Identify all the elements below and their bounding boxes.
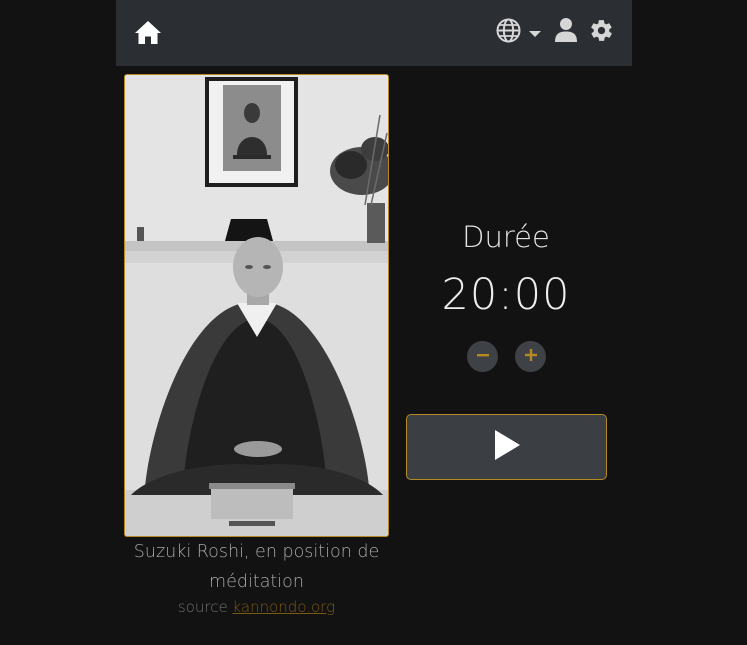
globe-icon [496,18,521,47]
source-link[interactable]: kannondo.org [232,598,335,616]
meditation-photo [124,74,389,537]
timer-display: 20:00 [441,270,571,320]
duration-label: Durée [462,220,550,254]
minus-icon [476,347,490,366]
source-prefix: source [177,598,228,616]
gear-icon[interactable] [589,18,614,47]
increase-duration-button[interactable] [515,341,546,372]
photo-source: source kannondo.org [124,598,389,616]
start-button[interactable] [406,414,607,480]
language-dropdown[interactable] [496,18,541,47]
play-icon [493,429,521,465]
navbar-actions [496,18,614,46]
navbar [116,0,632,66]
user-icon[interactable] [555,17,577,47]
photo-caption: Suzuki Roshi, en position de méditation [133,542,380,592]
plus-icon [524,347,538,366]
chevron-down-icon [529,23,541,42]
decrease-duration-button[interactable] [467,341,498,372]
home-icon[interactable] [134,18,162,46]
